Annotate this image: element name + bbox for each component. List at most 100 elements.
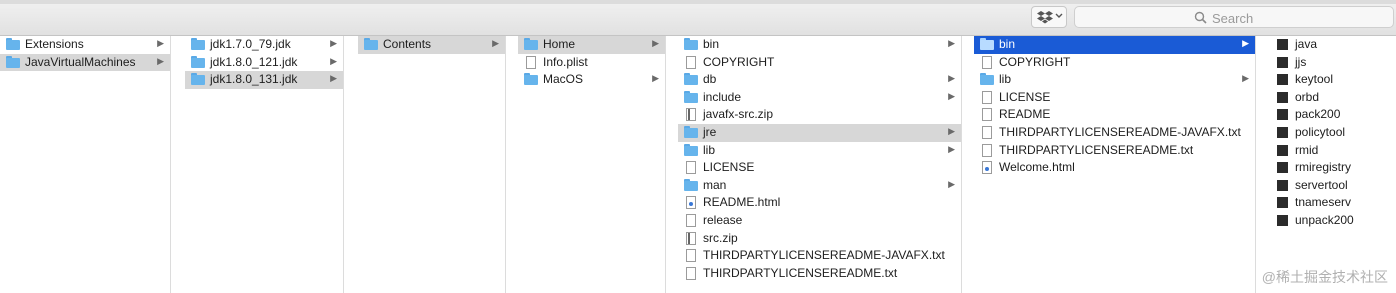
list-item[interactable]: README.html [678, 194, 961, 212]
list-item[interactable]: src.zip [678, 230, 961, 248]
list-item[interactable]: keytool [1270, 71, 1396, 89]
watermark: @稀土掘金技术社区 [1261, 269, 1388, 285]
list-item[interactable]: rmid [1270, 142, 1396, 160]
list-item[interactable]: THIRDPARTYLICENSEREADME.txt [974, 142, 1255, 160]
list-item[interactable]: unpack200 [1270, 212, 1396, 230]
item-label: COPYRIGHT [703, 54, 775, 69]
search-icon [1194, 11, 1207, 24]
folder-icon [684, 178, 698, 192]
document-icon [684, 55, 698, 69]
list-item[interactable]: lib ▶ [974, 71, 1255, 89]
list-item[interactable]: jdk1.8.0_121.jdk ▶ [185, 54, 343, 72]
document-icon [980, 125, 994, 139]
item-label: servertool [1295, 177, 1348, 192]
item-label: java [1295, 37, 1318, 51]
list-item[interactable]: THIRDPARTYLICENSEREADME-JAVAFX.txt [678, 247, 961, 265]
item-label: bin [999, 37, 1016, 51]
list-item[interactable]: THIRDPARTYLICENSEREADME.txt [678, 265, 961, 283]
folder-icon [191, 55, 205, 69]
folder-icon [6, 55, 20, 69]
search-placeholder: Search [1212, 11, 1254, 26]
list-item[interactable]: lib ▶ [678, 142, 961, 160]
disclosure-arrow-icon: ▶ [1242, 38, 1249, 48]
disclosure-arrow-icon: ▶ [948, 178, 955, 189]
item-label: orbd [1295, 89, 1320, 104]
list-item[interactable]: bin ▶ [678, 36, 961, 54]
list-item[interactable]: Contents ▶ [358, 36, 505, 54]
column-5[interactable]: bin ▶ COPYRIGHT db ▶ include ▶ javafx-src.zip jr… [678, 36, 962, 293]
dropbox-menu-button[interactable] [1031, 6, 1067, 28]
list-item[interactable]: README [974, 106, 1255, 124]
list-item[interactable]: db ▶ [678, 71, 961, 89]
list-item[interactable]: Welcome.html [974, 159, 1255, 177]
list-item[interactable]: JavaVirtualMachines ▶ [0, 53, 170, 72]
zip-icon [684, 231, 698, 245]
list-item[interactable]: LICENSE [678, 159, 961, 177]
item-label: jre [703, 124, 717, 139]
list-item[interactable]: bin ▶ [974, 36, 1255, 54]
folder-icon [980, 38, 994, 51]
list-item[interactable]: orbd [1270, 89, 1396, 107]
document-icon [524, 55, 538, 69]
html-icon [980, 161, 994, 175]
item-label: Home [543, 37, 576, 51]
item-label: keytool [1295, 72, 1334, 87]
list-item[interactable]: pack200 [1270, 106, 1396, 124]
column-6[interactable]: bin ▶ COPYRIGHT lib ▶ LICENSE README THIRDPARTY… [974, 36, 1256, 293]
list-item[interactable]: release [678, 212, 961, 230]
item-label: tnameserv [1295, 195, 1352, 210]
executable-icon [1276, 73, 1290, 86]
folder-icon [980, 73, 994, 86]
column-1[interactable]: Extensions ▶ JavaVirtualMachines ▶ [0, 36, 171, 293]
document-icon [684, 266, 698, 280]
list-item[interactable]: jjs [1270, 54, 1396, 72]
list-item[interactable]: COPYRIGHT [974, 54, 1255, 72]
list-item[interactable]: tnameserv [1270, 194, 1396, 212]
disclosure-arrow-icon: ▶ [330, 38, 337, 48]
folder-icon [191, 73, 205, 86]
disclosure-arrow-icon: ▶ [157, 55, 164, 66]
item-label: Extensions [25, 37, 84, 51]
executable-icon [1276, 108, 1290, 121]
folder-icon [684, 125, 698, 139]
list-item[interactable]: include ▶ [678, 89, 961, 107]
list-item[interactable]: java [1270, 36, 1396, 54]
item-label: THIRDPARTYLICENSEREADME.txt [999, 142, 1194, 157]
list-item[interactable]: MacOS ▶ [518, 71, 665, 89]
column-7[interactable]: java jjs keytool orbd pack200 policytool rmid r… [1270, 36, 1396, 293]
search-field[interactable]: Search [1074, 6, 1394, 28]
folder-icon [191, 38, 205, 51]
list-item[interactable]: jdk1.8.0_131.jdk ▶ [185, 71, 343, 89]
list-item[interactable]: THIRDPARTYLICENSEREADME-JAVAFX.txt [974, 124, 1255, 142]
column-4[interactable]: Home ▶ Info.plist MacOS ▶ [518, 36, 666, 293]
item-label: bin [703, 37, 720, 51]
folder-icon [6, 38, 20, 51]
item-label: COPYRIGHT [999, 54, 1071, 69]
column-2[interactable]: jdk1.7.0_79.jdk ▶ jdk1.8.0_121.jdk ▶ jdk1.8.… [185, 36, 344, 293]
list-item[interactable]: LICENSE [974, 89, 1255, 107]
item-label: lib [999, 72, 1012, 87]
item-label: release [703, 212, 743, 227]
item-label: unpack200 [1295, 212, 1354, 227]
item-label: README.html [703, 195, 781, 210]
disclosure-arrow-icon: ▶ [948, 125, 955, 136]
list-item[interactable]: Extensions ▶ [0, 36, 170, 54]
item-label: policytool [1295, 124, 1346, 139]
list-item[interactable]: policytool [1270, 124, 1396, 142]
list-item[interactable]: Info.plist [518, 54, 665, 72]
list-item[interactable]: servertool [1270, 177, 1396, 195]
disclosure-arrow-icon: ▶ [948, 38, 955, 48]
list-item[interactable]: jre ▶ [678, 123, 961, 142]
list-item[interactable]: javafx-src.zip [678, 106, 961, 124]
list-item[interactable]: Home ▶ [518, 36, 665, 54]
item-label: THIRDPARTYLICENSEREADME-JAVAFX.txt [703, 248, 945, 263]
item-label: THIRDPARTYLICENSEREADME-JAVAFX.txt [999, 124, 1241, 139]
dropbox-icon [1037, 11, 1053, 24]
list-item[interactable]: jdk1.7.0_79.jdk ▶ [185, 36, 343, 54]
list-item[interactable]: COPYRIGHT [678, 54, 961, 72]
item-label: LICENSE [999, 89, 1051, 104]
disclosure-arrow-icon: ▶ [492, 38, 499, 48]
list-item[interactable]: rmiregistry [1270, 159, 1396, 177]
column-3[interactable]: Contents ▶ [358, 36, 506, 293]
list-item[interactable]: man ▶ [678, 177, 961, 195]
